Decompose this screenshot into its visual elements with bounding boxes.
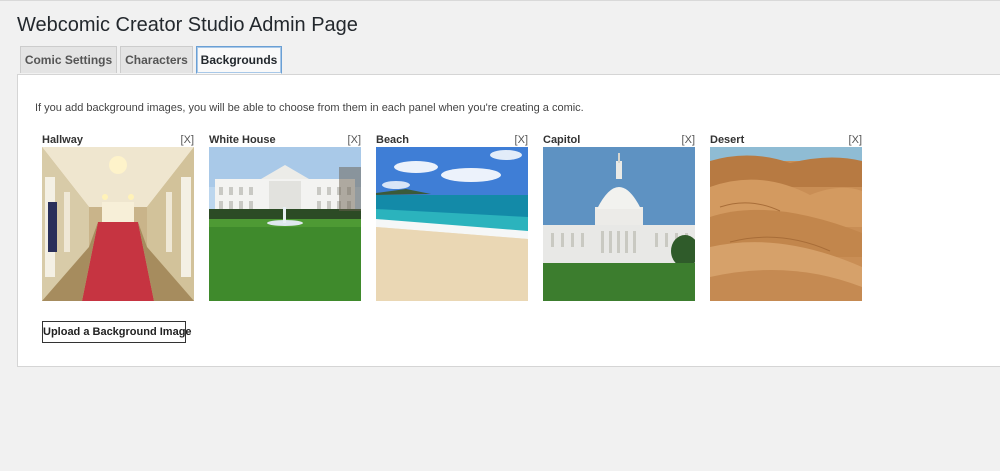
background-item-hallway: Hallway [X] [42,134,194,302]
background-name: Beach [376,134,410,146]
backgrounds-intro-text: If you add background images, you will b… [35,102,584,114]
background-item-beach: Beach [X] [376,134,528,302]
background-item-white-house: White House [X] [209,134,361,302]
tab-characters[interactable]: Characters [120,46,193,73]
capitol-image[interactable] [543,147,695,301]
beach-image[interactable] [376,147,528,301]
remove-background-button[interactable]: [X] [181,134,194,146]
background-name: White House [209,134,276,146]
background-name: Capitol [543,134,581,146]
remove-background-button[interactable]: [X] [515,134,528,146]
background-name: Hallway [42,134,83,146]
backgrounds-panel: If you add background images, you will b… [17,74,1000,367]
page-title: Webcomic Creator Studio Admin Page [17,14,358,36]
tab-backgrounds[interactable]: Backgrounds [196,46,282,74]
tab-comic-settings[interactable]: Comic Settings [20,46,117,73]
background-name: Desert [710,134,745,146]
background-item-desert: Desert [X] [710,134,862,302]
remove-background-button[interactable]: [X] [348,134,361,146]
remove-background-button[interactable]: [X] [682,134,695,146]
background-item-capitol: Capitol [X] [543,134,695,302]
upload-background-button[interactable]: Upload a Background Image [42,321,192,343]
top-border [0,0,1000,1]
desert-image[interactable] [710,147,862,301]
remove-background-button[interactable]: [X] [849,134,862,146]
hallway-image[interactable] [42,147,194,301]
white-house-image[interactable] [209,147,361,301]
